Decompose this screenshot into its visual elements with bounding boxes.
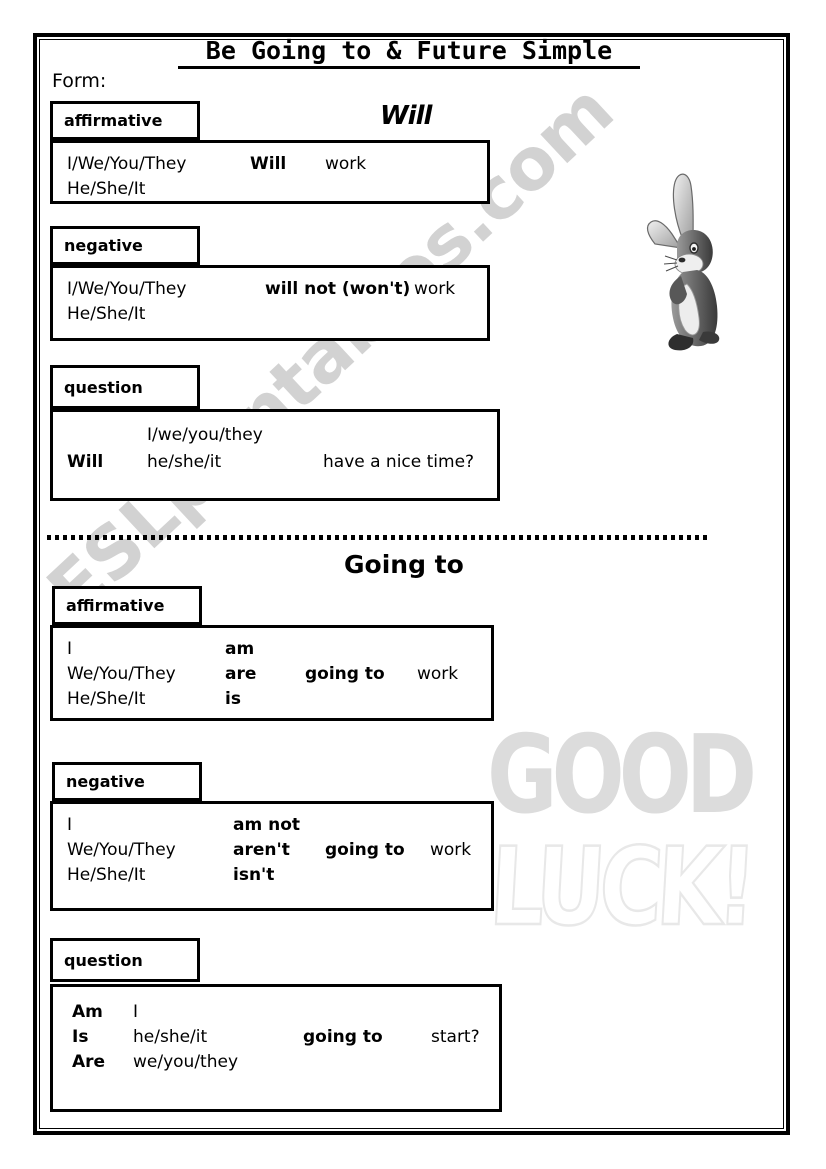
- verb-cell: work: [430, 840, 472, 860]
- aux-cell: Will: [67, 452, 104, 472]
- box-question-goingto: Am I Is he/she/it going to start? Are we…: [50, 984, 502, 1112]
- be-cell: am: [225, 639, 255, 659]
- subject-cell: He/She/It: [67, 304, 146, 324]
- tab-affirmative-goingto: affirmative: [52, 586, 202, 625]
- subject-cell: We/You/They: [67, 664, 176, 684]
- verb-cell: start?: [431, 1027, 480, 1047]
- subject-cell: I/we/you/they: [147, 425, 263, 445]
- box-question-will: I/we/you/they Will he/she/it have a nice…: [50, 409, 500, 501]
- subject-cell: I/We/You/They: [67, 279, 187, 299]
- subject-cell: I/We/You/They: [67, 154, 187, 174]
- box-affirmative-goingto: I am We/You/They are going to work He/Sh…: [50, 625, 494, 721]
- verb-cell: work: [325, 154, 367, 174]
- going-to-cell: going to: [305, 664, 385, 684]
- be-cell: is: [225, 689, 241, 709]
- be-cell: Are: [72, 1052, 106, 1072]
- subject-cell: We/You/They: [67, 840, 176, 860]
- tab-affirmative-will: affirmative: [50, 101, 200, 140]
- box-negative-goingto: I am not We/You/They aren't going to wor…: [50, 801, 494, 911]
- box-affirmative-will: I/We/You/They Will work He/She/It: [50, 140, 490, 204]
- aux-cell: Will: [250, 154, 287, 174]
- aux-cell: will not (won't): [265, 279, 411, 299]
- tab-negative-goingto: negative: [52, 762, 202, 801]
- tab-label: question: [64, 377, 143, 397]
- subject-cell: I: [133, 1002, 139, 1022]
- tab-question-goingto: question: [50, 938, 200, 982]
- form-label: Form:: [52, 70, 107, 92]
- subject-cell: I: [67, 815, 73, 835]
- tab-question-will: question: [50, 365, 200, 409]
- page-title: Be Going to & Future Simple: [178, 36, 640, 69]
- be-cell: isn't: [233, 865, 275, 885]
- be-cell: am not: [233, 815, 301, 835]
- verb-cell: have a nice time?: [323, 452, 475, 472]
- box-negative-will: I/We/You/They will not (won't) work He/S…: [50, 265, 490, 341]
- tab-label: affirmative: [64, 111, 163, 130]
- going-to-cell: going to: [303, 1027, 383, 1047]
- tab-label: negative: [64, 236, 143, 255]
- subject-cell: he/she/it: [147, 452, 222, 472]
- be-cell: Am: [72, 1002, 103, 1022]
- verb-cell: work: [417, 664, 459, 684]
- tab-negative-will: negative: [50, 226, 200, 265]
- section-heading-will: Will: [380, 101, 432, 131]
- subject-cell: He/She/It: [67, 179, 146, 199]
- verb-cell: work: [414, 279, 456, 299]
- subject-cell: He/She/It: [67, 689, 146, 709]
- going-to-cell: going to: [325, 840, 405, 860]
- tab-label: negative: [66, 772, 145, 791]
- tab-label: question: [64, 950, 143, 970]
- section-heading-going-to: Going to: [344, 550, 464, 579]
- be-cell: are: [225, 664, 257, 684]
- be-cell: Is: [72, 1027, 89, 1047]
- subject-cell: I: [67, 639, 73, 659]
- subject-cell: we/you/they: [133, 1052, 239, 1072]
- section-divider: [47, 535, 711, 540]
- subject-cell: He/She/It: [67, 865, 146, 885]
- subject-cell: he/she/it: [133, 1027, 208, 1047]
- tab-label: affirmative: [66, 596, 165, 615]
- be-cell: aren't: [233, 840, 290, 860]
